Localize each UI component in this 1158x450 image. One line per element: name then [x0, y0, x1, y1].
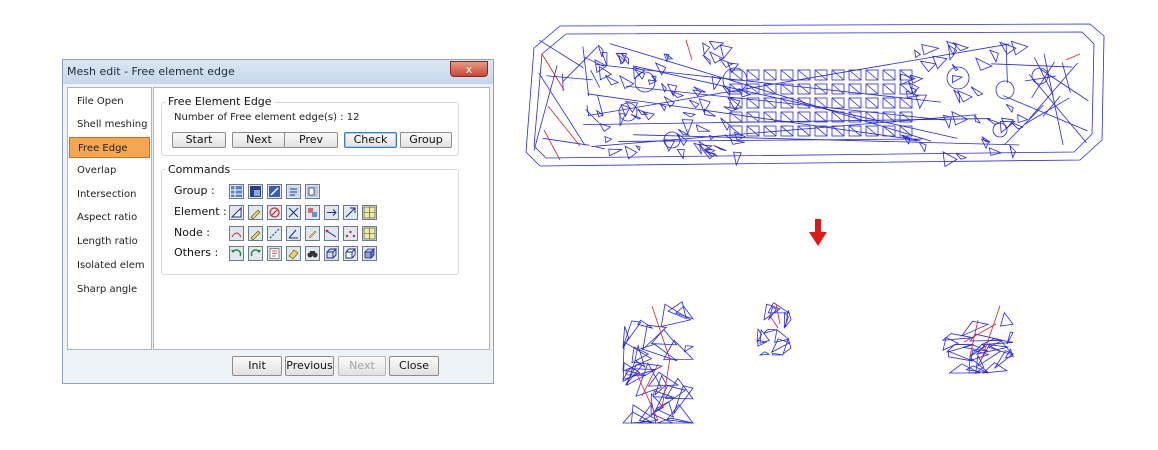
redo-icon[interactable]	[248, 246, 263, 261]
element-flip-icon[interactable]	[324, 205, 339, 220]
group-select-icon[interactable]	[267, 184, 282, 199]
down-arrow-icon	[809, 219, 827, 246]
binoculars-icon[interactable]	[305, 246, 320, 261]
node-pencil-icon[interactable]	[248, 226, 263, 241]
sidebar-item-length-ratio[interactable]: Length ratio	[69, 231, 150, 252]
close-window-button[interactable]: x	[450, 61, 488, 77]
element-row-label: Element :	[174, 205, 227, 218]
node-move-icon[interactable]	[324, 226, 339, 241]
group-table-icon[interactable]	[229, 184, 244, 199]
node-angle-icon[interactable]	[286, 226, 301, 241]
element-merge-icon[interactable]	[305, 205, 320, 220]
sidebar-item-free-edge[interactable]: Free Edge	[69, 137, 150, 158]
group-dark-icon[interactable]	[248, 184, 263, 199]
sidebar-item-shell-meshing[interactable]: Shell meshing	[69, 114, 150, 135]
others-row-label: Others :	[174, 246, 219, 259]
window-title: Mesh edit - Free element edge	[67, 65, 235, 78]
node-arc-icon[interactable]	[229, 226, 244, 241]
mesh-edit-dialog: Mesh edit - Free element edge x File Ope…	[62, 59, 494, 384]
group-row-label: Group :	[174, 184, 215, 197]
free-edge-group-title: Free Element Edge	[166, 95, 274, 108]
prev-edge-button[interactable]: Prev	[284, 132, 338, 148]
group-new-icon[interactable]	[305, 184, 320, 199]
free-edge-fragment-middle	[756, 302, 792, 356]
node-row-label: Node :	[174, 226, 210, 239]
free-edge-count: Number of Free element edge(s) : 12	[174, 112, 360, 123]
element-split-icon[interactable]	[286, 205, 301, 220]
cube-solid-icon[interactable]	[362, 246, 377, 261]
sidebar: File Open Shell meshing Free Edge Overla…	[67, 87, 152, 350]
cube-wire-icon[interactable]	[324, 246, 339, 261]
free-edge-fragment-right	[942, 305, 1014, 374]
cube-outline-icon[interactable]	[343, 246, 358, 261]
footer-bar: Init Previous Next Close	[63, 351, 493, 383]
element-triangle-icon[interactable]	[229, 205, 244, 220]
element-delete-icon[interactable]	[267, 205, 282, 220]
init-button[interactable]: Init	[232, 356, 282, 376]
check-button[interactable]: Check	[344, 132, 397, 148]
next-button: Next	[338, 356, 386, 376]
commands-group-title: Commands	[166, 163, 233, 176]
element-swap-icon[interactable]	[343, 205, 358, 220]
sidebar-item-intersection[interactable]: Intersection	[69, 184, 150, 205]
start-button[interactable]: Start	[172, 132, 226, 148]
sidebar-item-isolated-elem[interactable]: Isolated elem	[69, 255, 150, 276]
node-edit-icon[interactable]	[305, 226, 320, 241]
group-list-icon[interactable]	[286, 184, 301, 199]
element-grid-icon[interactable]	[362, 205, 377, 220]
eraser-icon[interactable]	[286, 246, 301, 261]
node-line-icon[interactable]	[267, 226, 282, 241]
full-mesh-wireframe	[525, 23, 1105, 168]
element-pencil-icon[interactable]	[248, 205, 263, 220]
undo-icon[interactable]	[229, 246, 244, 261]
previous-button[interactable]: Previous	[285, 356, 334, 376]
main-panel: Free Element Edge Number of Free element…	[153, 87, 490, 350]
node-points-icon[interactable]	[343, 226, 358, 241]
close-button[interactable]: Close	[389, 356, 439, 376]
sidebar-item-file-open[interactable]: File Open	[69, 91, 150, 112]
node-grid-icon[interactable]	[362, 226, 377, 241]
title-bar[interactable]: Mesh edit - Free element edge x	[63, 60, 493, 84]
group-button[interactable]: Group	[400, 132, 452, 148]
sidebar-item-aspect-ratio[interactable]: Aspect ratio	[69, 207, 150, 228]
next-edge-button[interactable]: Next	[232, 132, 286, 148]
sidebar-item-sharp-angle[interactable]: Sharp angle	[69, 279, 150, 300]
list-icon[interactable]	[267, 246, 282, 261]
free-edge-fragment-left	[622, 301, 694, 424]
sidebar-item-overlap[interactable]: Overlap	[69, 160, 150, 181]
